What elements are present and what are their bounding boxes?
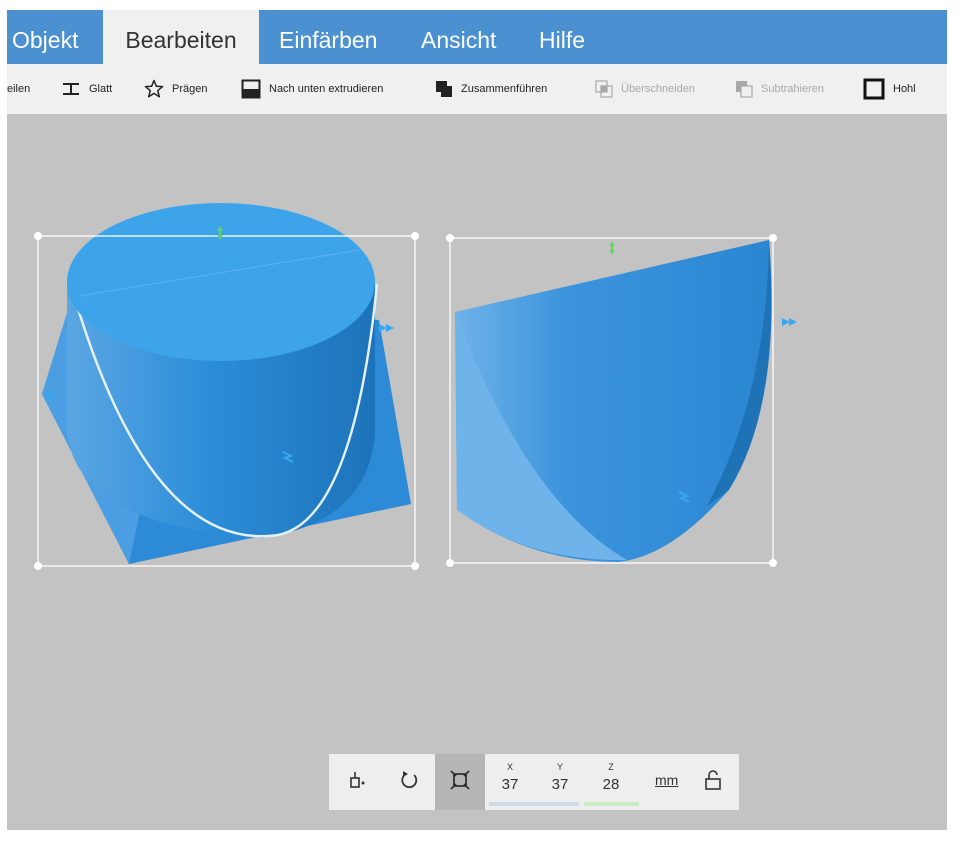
tab-einfaerben[interactable]: Einfärben [279, 10, 389, 64]
tool-subtrahieren[interactable]: Subtrahieren [735, 64, 824, 114]
selection-handle[interactable] [411, 232, 419, 240]
selection-handle[interactable] [446, 234, 454, 242]
selection-handle[interactable] [769, 559, 777, 567]
dimension-z-value: 28 [602, 776, 620, 793]
dimension-y-value: 37 [551, 776, 569, 793]
tab-hilfe[interactable]: Hilfe [539, 10, 599, 64]
axis-label-x: X [506, 762, 513, 772]
axis-label-y: Y [556, 762, 563, 772]
app-window: Objekt Bearbeiten Einfärben Ansicht Hilf… [7, 10, 947, 830]
merge-icon [435, 80, 453, 98]
edit-toolbar: eilen Glatt Prägen Nach unten extrudiere… [7, 64, 947, 114]
transform-bar: X 37 Y 37 Z 28 mm [329, 754, 739, 810]
move-up-arrow-icon[interactable] [609, 241, 615, 255]
tool-nach-unten-extrudieren[interactable]: Nach unten extrudieren [241, 64, 383, 114]
scale-icon [449, 769, 471, 796]
move-right-arrow-icon[interactable] [379, 324, 394, 332]
tool-label: Hohl [893, 83, 916, 95]
move-to-ground-button[interactable] [337, 754, 377, 810]
lock-button[interactable] [695, 754, 731, 810]
z-indicator-bar [584, 802, 639, 806]
xy-indicator-bar [489, 802, 579, 806]
tool-ueberschneiden[interactable]: Überschneiden [595, 64, 695, 114]
menu-bar: Objekt Bearbeiten Einfärben Ansicht Hilf… [7, 10, 947, 64]
object-half-cylinder[interactable] [446, 234, 797, 567]
3d-viewport[interactable] [7, 114, 947, 830]
subtract-icon [735, 80, 753, 98]
rotate-icon [398, 769, 420, 796]
hollow-icon [863, 78, 885, 100]
selection-handle[interactable] [769, 234, 777, 242]
move-right-arrow-icon[interactable] [782, 318, 797, 326]
tab-bearbeiten[interactable]: Bearbeiten [103, 10, 259, 64]
tool-label: Glatt [89, 83, 113, 95]
selection-handle[interactable] [411, 562, 419, 570]
object-cylinder-wedge[interactable] [34, 203, 419, 570]
rotate-button[interactable] [389, 754, 429, 810]
tool-label: Zusammenführen [461, 83, 548, 95]
move-to-ground-icon [347, 769, 367, 796]
tool-eilen[interactable]: eilen [7, 64, 30, 114]
tool-hohl[interactable]: Hohl [863, 64, 916, 114]
tab-ansicht[interactable]: Ansicht [421, 10, 511, 64]
selection-handle[interactable] [34, 562, 42, 570]
tool-label: Subtrahieren [761, 83, 824, 95]
tool-praegen[interactable]: Prägen [144, 64, 207, 114]
lock-icon [704, 769, 722, 796]
tab-objekt[interactable]: Objekt [12, 10, 94, 64]
tool-label: eilen [7, 83, 31, 95]
scale-button[interactable] [435, 754, 485, 810]
axis-label-z: Z [608, 762, 614, 772]
tool-label: Überschneiden [621, 83, 695, 95]
selection-handle[interactable] [34, 232, 42, 240]
intersect-icon [595, 80, 613, 98]
tool-glatt[interactable]: Glatt [61, 64, 112, 114]
tool-label: Nach unten extrudieren [269, 83, 384, 95]
unit-toggle[interactable]: mm [655, 772, 678, 788]
star-icon [144, 79, 164, 99]
tool-label: Prägen [172, 83, 208, 95]
selection-handle[interactable] [446, 559, 454, 567]
smooth-icon [61, 81, 81, 97]
dimension-x-value: 37 [501, 776, 519, 793]
extrude-down-icon [241, 79, 261, 99]
tool-zusammenfuehren[interactable]: Zusammenführen [435, 64, 547, 114]
